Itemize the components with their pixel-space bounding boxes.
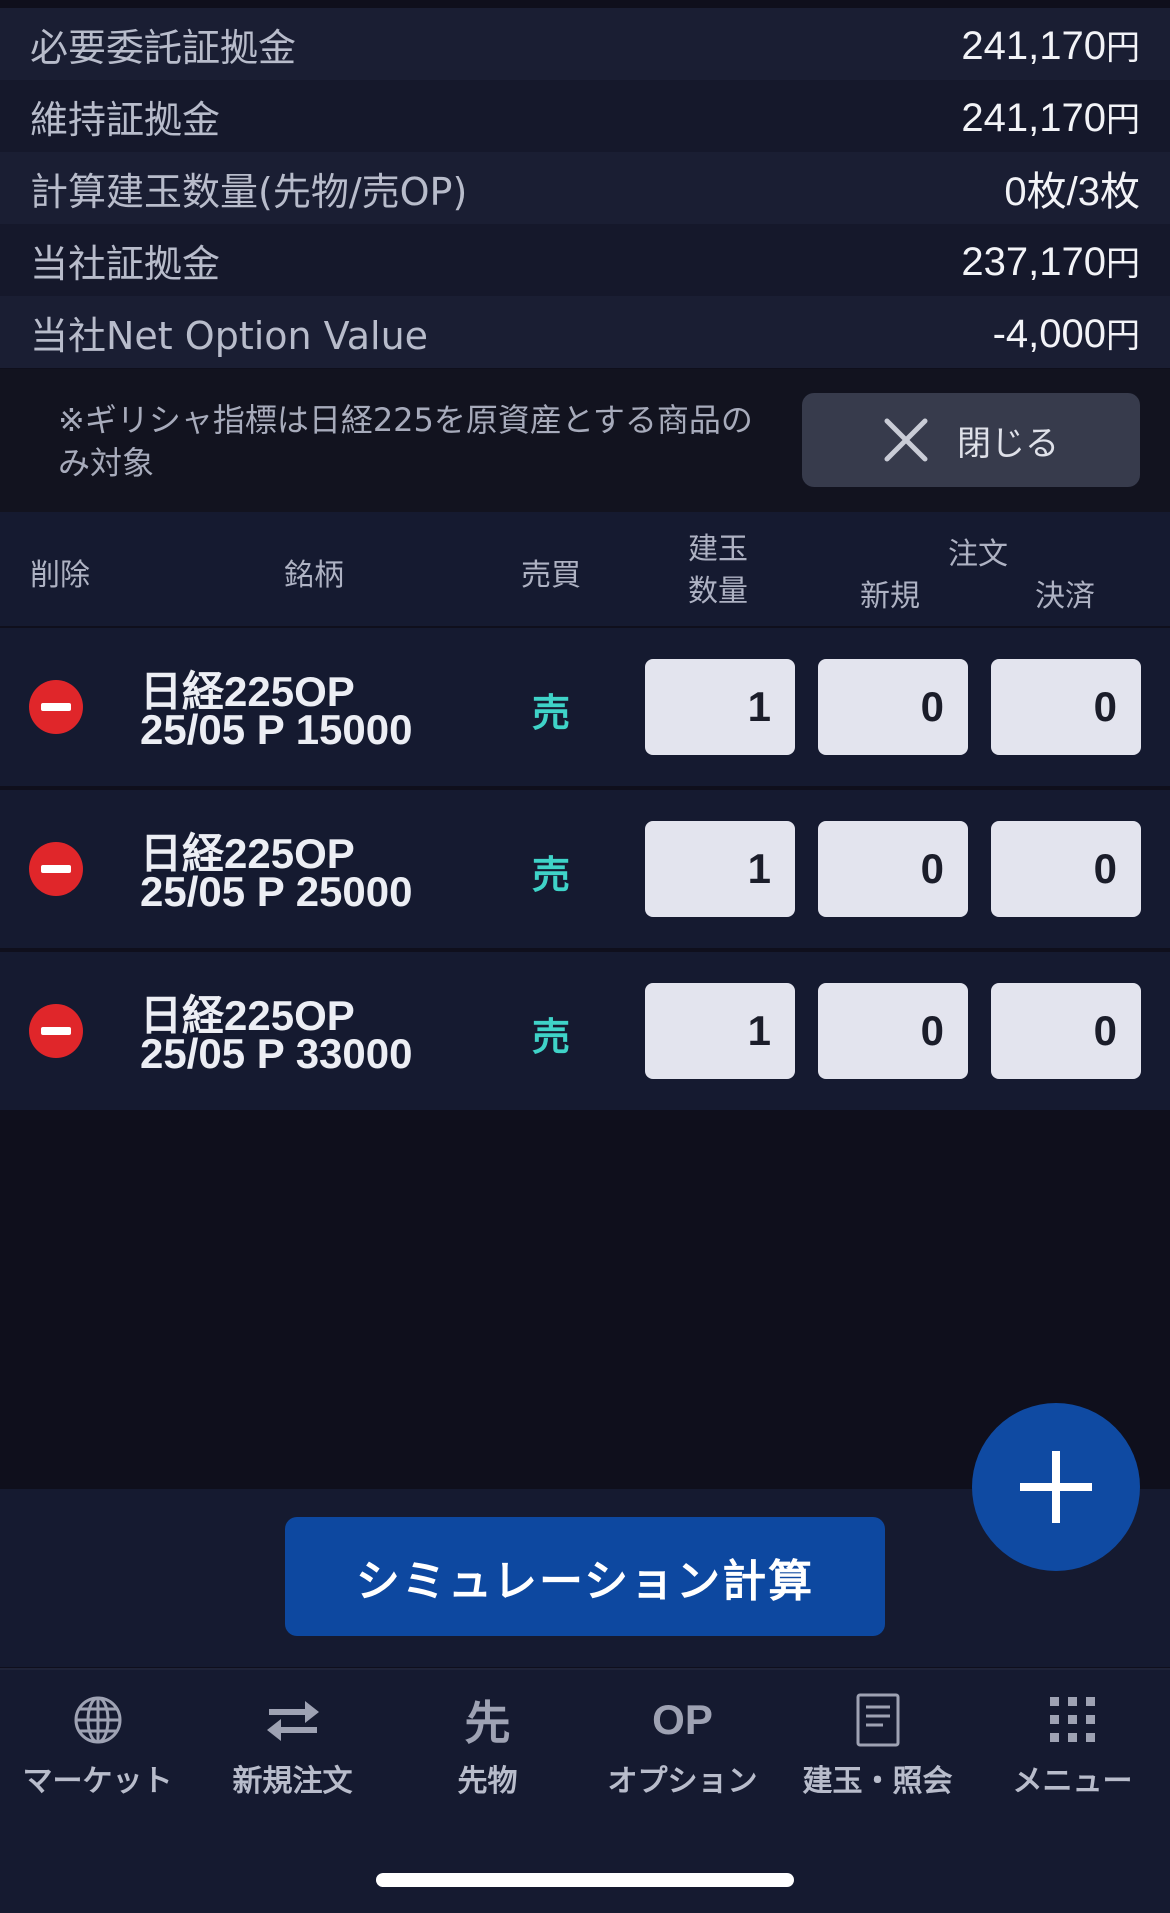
summary-required-margin: 必要委託証拠金 241,170円 (0, 8, 1170, 80)
position-qty-field[interactable]: 1 (645, 659, 795, 755)
side-label: 売 (532, 1015, 571, 1059)
summary-value: 237,170円 (961, 239, 1140, 284)
col-position-qty: 建玉数量 (688, 532, 748, 609)
tab-menu[interactable]: メニュー (975, 1670, 1170, 1810)
tab-label: オプション (607, 1764, 758, 1799)
delete-row-icon[interactable] (29, 1004, 83, 1058)
summary-label: 当社証拠金 (30, 241, 221, 286)
col-settle: 決済 (1035, 579, 1095, 614)
new-order-field[interactable]: 0 (818, 983, 968, 1079)
summary-value: 241,170円 (961, 23, 1140, 68)
tab-label: メニュー (1012, 1764, 1133, 1799)
col-side: 売買 (521, 558, 581, 593)
swap-arrows-icon (266, 1701, 319, 1741)
tab-label: マーケット (22, 1764, 173, 1799)
summary-value: 241,170円 (961, 95, 1140, 140)
tab-futures[interactable]: 先 先物 (390, 1670, 585, 1810)
summary-calc-position-qty: 計算建玉数量(先物/売OP) 0枚/3枚 (0, 152, 1170, 224)
globe-icon (74, 1696, 121, 1744)
position-qty-field[interactable]: 1 (645, 821, 795, 917)
summary-label: 維持証拠金 (30, 97, 221, 142)
add-issue-button[interactable] (972, 1403, 1140, 1571)
grid-menu-icon (1049, 1697, 1095, 1742)
simulate-button[interactable]: シミュレーション計算 (285, 1517, 885, 1636)
table-row: 日経225OP 25/05 P 33000 売 1 0 0 (0, 952, 1170, 1110)
settle-order-field[interactable]: 0 (991, 821, 1141, 917)
summary-label: 必要委託証拠金 (30, 25, 297, 70)
summary-label: 計算建玉数量(先物/売OP) (30, 169, 468, 214)
delete-row-icon[interactable] (29, 842, 83, 896)
delete-row-icon[interactable] (29, 680, 83, 734)
close-icon (884, 418, 928, 462)
table-row: 日経225OP 25/05 P 25000 売 1 0 0 (0, 790, 1170, 948)
greeks-note-panel: ※ギリシャ指標は日経225を原資産とする商品のみ対象 閉じる (0, 369, 1170, 512)
summary-label: 当社Net Option Value (30, 313, 429, 358)
tab-new-order[interactable]: 新規注文 (195, 1670, 390, 1810)
settle-order-field[interactable]: 0 (991, 659, 1141, 755)
issue-detail: 25/05 P 33000 (140, 1030, 413, 1077)
option-icon: OP (652, 1696, 713, 1743)
greeks-note-text: ※ギリシャ指標は日経225を原資産とする商品のみ対象 (58, 401, 753, 482)
table-row: 日経225OP 25/05 P 15000 売 1 0 0 (0, 628, 1170, 786)
summary-value: 0枚/3枚 (1004, 170, 1140, 214)
tab-label: 新規注文 (232, 1764, 353, 1799)
new-order-field[interactable]: 0 (818, 821, 968, 917)
positions-table-header: 削除 銘柄 売買 建玉数量 注文 新規 決済 (0, 512, 1170, 626)
futures-icon: 先 (464, 1696, 511, 1750)
tab-label: 建玉・照会 (802, 1764, 953, 1799)
col-order: 注文 (948, 537, 1008, 572)
summary-value: -4,000円 (992, 311, 1140, 356)
home-indicator (376, 1873, 794, 1887)
position-qty-field[interactable]: 1 (645, 983, 795, 1079)
new-order-field[interactable]: 0 (818, 659, 968, 755)
col-issue: 銘柄 (284, 558, 344, 593)
side-label: 売 (532, 853, 571, 897)
side-label: 売 (532, 691, 571, 735)
close-label: 閉じる (957, 423, 1059, 464)
close-note-button[interactable]: 閉じる (802, 393, 1140, 487)
tab-label: 先物 (457, 1764, 518, 1799)
col-new: 新規 (860, 579, 920, 614)
document-icon (856, 1693, 899, 1747)
col-delete: 削除 (30, 558, 90, 593)
summary-net-option-value: 当社Net Option Value -4,000円 (0, 296, 1170, 368)
settle-order-field[interactable]: 0 (991, 983, 1141, 1079)
summary-company-margin: 当社証拠金 237,170円 (0, 224, 1170, 296)
issue-detail: 25/05 P 25000 (140, 868, 413, 915)
issue-detail: 25/05 P 15000 (140, 706, 413, 753)
summary-maintenance-margin: 維持証拠金 241,170円 (0, 80, 1170, 152)
tab-positions[interactable]: 建玉・照会 (780, 1670, 975, 1810)
tab-market[interactable]: マーケット (0, 1670, 195, 1810)
tab-option[interactable]: OP オプション (585, 1670, 780, 1810)
